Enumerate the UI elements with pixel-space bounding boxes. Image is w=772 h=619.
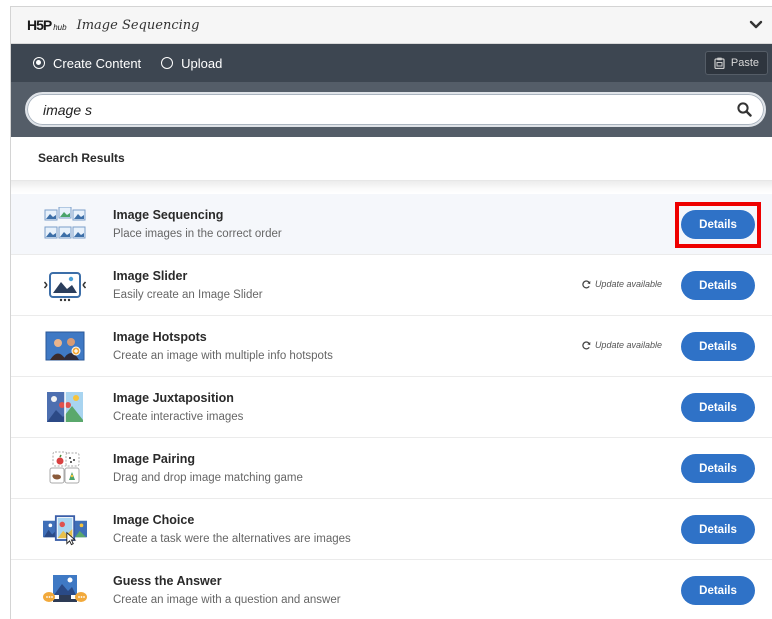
- image-choice-icon: [43, 511, 87, 547]
- item-description: Create an image with a question and answ…: [113, 594, 341, 606]
- item-text: Image Juxtaposition Create interactive i…: [113, 391, 243, 423]
- details-button[interactable]: Details: [681, 332, 755, 361]
- item-name: Image Pairing: [113, 452, 195, 466]
- update-available-badge: Update available: [582, 279, 662, 289]
- item-name: Image Choice: [113, 513, 195, 527]
- update-available-badge: Update available: [582, 340, 662, 350]
- item-text: Guess the Answer Create an image with a …: [113, 574, 341, 606]
- hub-tabbar: Create Content Upload Paste: [11, 44, 772, 82]
- search-area: [11, 82, 772, 137]
- guess-the-answer-icon: [43, 572, 87, 608]
- search-input[interactable]: [43, 101, 643, 118]
- tab-create-content[interactable]: Create Content: [33, 56, 141, 71]
- item-description: Drag and drop image matching game: [113, 472, 303, 484]
- search-results-heading: Search Results: [11, 137, 772, 181]
- search-box[interactable]: [25, 92, 766, 127]
- list-item[interactable]: Image Juxtaposition Create interactive i…: [11, 377, 772, 438]
- image-pairing-icon: [43, 450, 87, 486]
- update-label: Update available: [594, 279, 662, 289]
- item-text: Image Choice Create a task were the alte…: [113, 513, 351, 545]
- image-slider-icon: [43, 267, 87, 303]
- image-sequencing-icon: [43, 206, 87, 242]
- details-button[interactable]: Details: [681, 576, 755, 605]
- selected-content-type-title: Image Sequencing: [76, 17, 200, 33]
- item-name: Image Juxtaposition: [113, 391, 234, 405]
- list-item[interactable]: Image Pairing Drag and drop image matchi…: [11, 438, 772, 499]
- item-description: Create interactive images: [113, 411, 244, 423]
- item-description: Create an image with multiple info hotsp…: [113, 350, 333, 362]
- details-button[interactable]: Details: [681, 454, 755, 483]
- paste-button[interactable]: Paste: [704, 51, 768, 75]
- details-button[interactable]: Details: [681, 515, 755, 544]
- item-name: Image Sequencing: [113, 208, 224, 222]
- item-text: Image Hotspots Create an image with mult…: [113, 330, 333, 362]
- item-text: Image Pairing Drag and drop image matchi…: [113, 452, 303, 484]
- item-name: Image Hotspots: [113, 330, 207, 344]
- list-item[interactable]: Image Choice Create a task were the alte…: [11, 499, 772, 560]
- list-item[interactable]: Image Hotspots Create an image with mult…: [11, 316, 772, 377]
- logo-main: H5P: [27, 17, 52, 33]
- h5p-logo: H5P hub: [27, 17, 67, 33]
- item-text: Image Slider Easily create an Image Slid…: [113, 269, 263, 301]
- clipboard-icon: [714, 57, 725, 69]
- refresh-icon: [582, 279, 591, 288]
- list-item[interactable]: Image Sequencing Place images in the cor…: [11, 194, 772, 255]
- item-name: Guess the Answer: [113, 574, 222, 588]
- chevron-down-icon[interactable]: [748, 17, 764, 33]
- details-button[interactable]: Details: [681, 271, 755, 300]
- logo-sub: hub: [53, 23, 67, 32]
- h5p-hub: H5P hub Image Sequencing Create Content U…: [10, 6, 772, 619]
- radio-unselected-icon: [161, 57, 174, 69]
- refresh-icon: [582, 340, 591, 349]
- list-item[interactable]: Image Slider Easily create an Image Slid…: [11, 255, 772, 316]
- details-button[interactable]: Details: [681, 393, 755, 422]
- details-button[interactable]: Details: [681, 210, 755, 239]
- update-label: Update available: [594, 340, 662, 350]
- search-icon[interactable]: [737, 102, 752, 117]
- item-description: Place images in the correct order: [113, 228, 282, 240]
- radio-selected-icon: [33, 57, 45, 69]
- results-list: Image Sequencing Place images in the cor…: [11, 194, 772, 619]
- tab-upload-label: Upload: [181, 55, 223, 71]
- list-item[interactable]: Guess the Answer Create an image with a …: [11, 560, 772, 619]
- item-description: Create a task were the alternatives are …: [113, 533, 351, 545]
- tab-upload[interactable]: Upload: [161, 56, 222, 71]
- hub-titlebar[interactable]: H5P hub Image Sequencing: [11, 7, 772, 44]
- item-description: Easily create an Image Slider: [113, 289, 263, 301]
- tab-create-label: Create Content: [53, 55, 142, 71]
- paste-label: Paste: [730, 57, 759, 69]
- results-divider: [11, 181, 772, 194]
- item-text: Image Sequencing Place images in the cor…: [113, 208, 282, 240]
- image-juxtaposition-icon: [43, 389, 87, 425]
- image-hotspots-icon: [43, 328, 87, 364]
- item-name: Image Slider: [113, 269, 188, 283]
